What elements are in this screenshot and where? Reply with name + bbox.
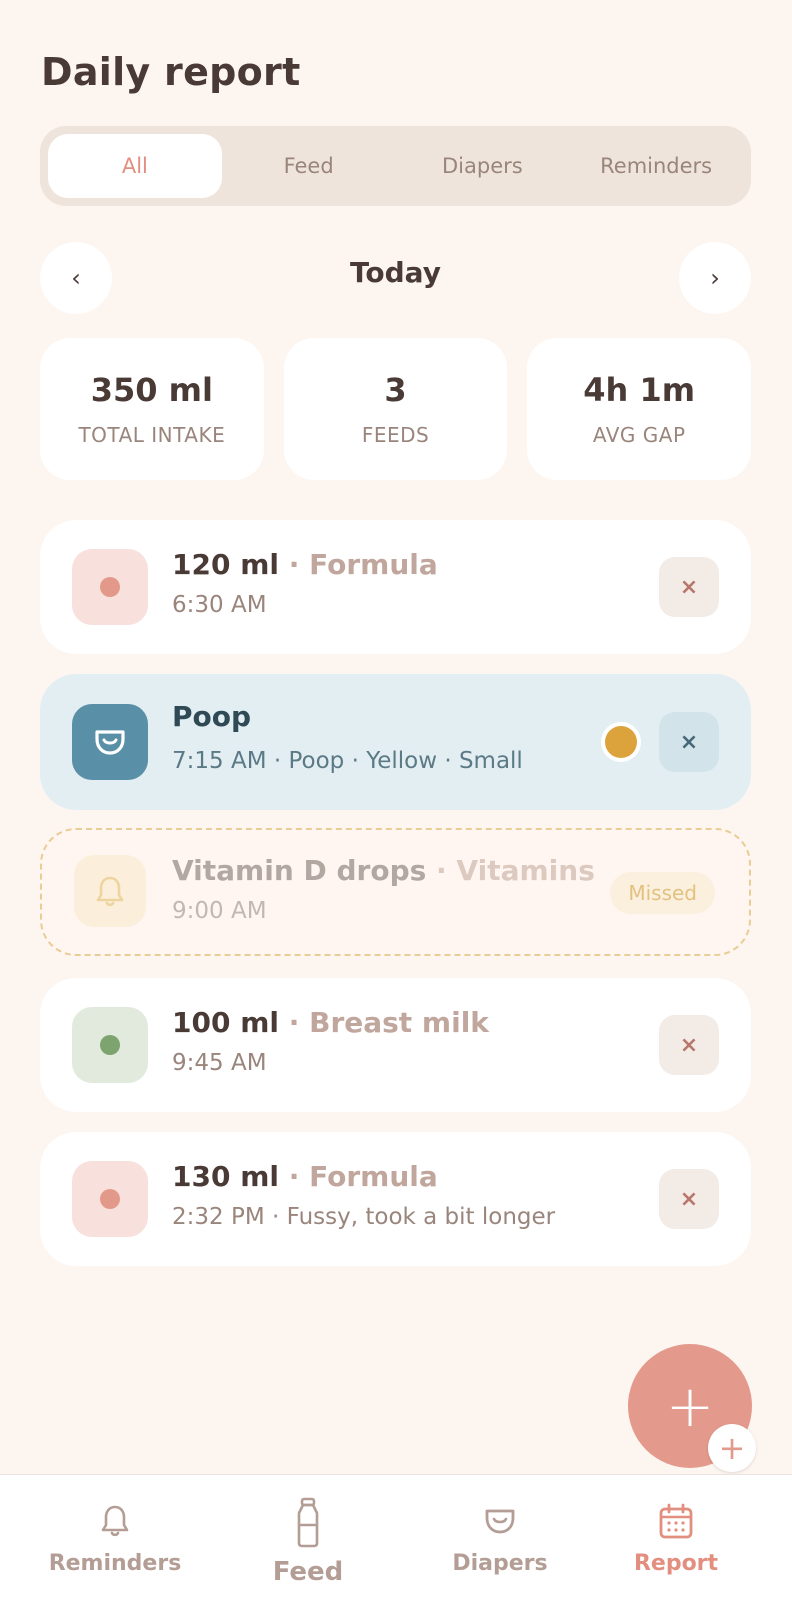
close-icon: × xyxy=(679,729,699,755)
breast-milk-dot-icon xyxy=(100,1035,120,1055)
bell-icon xyxy=(101,1505,129,1537)
stat-label: FEEDS xyxy=(361,423,430,447)
entry-title: 130 ml · Formula xyxy=(172,1160,438,1193)
bottom-tab-diapers[interactable]: Diapers xyxy=(430,1475,570,1624)
filter-tabs: All Feed Diapers Reminders xyxy=(40,126,751,206)
close-icon: × xyxy=(679,1186,699,1212)
tab-feed[interactable]: Feed xyxy=(222,134,396,198)
bottom-tab-reminders[interactable]: Reminders xyxy=(40,1475,190,1624)
stat-avg-gap: 4h 1m AVG GAP xyxy=(527,338,752,480)
reminder-thumb xyxy=(74,855,146,927)
bottom-tab-feed[interactable]: Feed xyxy=(238,1475,378,1624)
entry-detail: 9:00 AM xyxy=(172,898,267,924)
tab-label: Reminders xyxy=(48,1551,182,1576)
feed-type-thumb xyxy=(72,1161,148,1237)
entry-amount: 120 ml xyxy=(172,548,279,581)
feed-entry-card[interactable]: 120 ml · Formula 6:30 AM × xyxy=(40,520,751,654)
entry-title: 100 ml · Breast milk xyxy=(172,1006,489,1039)
entry-amount: 100 ml xyxy=(172,1006,279,1039)
entry-type: · Formula xyxy=(278,1160,438,1193)
entry-type: · Breast milk xyxy=(278,1006,489,1039)
stat-value: 3 xyxy=(384,371,407,409)
plus-icon: + xyxy=(665,1372,715,1440)
stat-value: 4h 1m xyxy=(583,371,696,409)
daily-report-screen: Daily report All Feed Diapers Reminders … xyxy=(0,0,792,1624)
entry-detail: 6:30 AM xyxy=(172,592,267,618)
missed-status-badge: Missed xyxy=(610,872,715,914)
entry-detail: 2:32 PM · Fussy, took a bit longer xyxy=(172,1204,556,1230)
chevron-right-icon: › xyxy=(710,264,720,292)
stool-color-swatch xyxy=(601,722,641,762)
feed-type-thumb xyxy=(72,549,148,625)
tab-label: Diapers xyxy=(452,1551,548,1576)
yellow-color-dot xyxy=(605,726,637,758)
feed-type-thumb xyxy=(72,1007,148,1083)
stat-total-intake: 350 ml TOTAL INTAKE xyxy=(40,338,264,480)
entry-type: · Vitamins xyxy=(426,854,595,887)
entry-title: 120 ml · Formula xyxy=(172,548,438,581)
delete-entry-button[interactable]: × xyxy=(659,557,719,617)
formula-dot-icon xyxy=(100,577,120,597)
day-navigator: ‹ Today › xyxy=(40,242,751,314)
tab-reminders[interactable]: Reminders xyxy=(569,134,743,198)
next-day-button[interactable]: › xyxy=(679,242,751,314)
stat-label: TOTAL INTAKE xyxy=(78,423,226,447)
quick-add-button[interactable]: + xyxy=(708,1424,756,1472)
summary-stats: 350 ml TOTAL INTAKE 3 FEEDS 4h 1m AVG GA… xyxy=(40,338,752,480)
entry-type: · Formula xyxy=(278,548,438,581)
close-icon: × xyxy=(679,1032,699,1058)
delete-entry-button[interactable]: × xyxy=(659,1169,719,1229)
bell-icon xyxy=(96,876,124,907)
formula-dot-icon xyxy=(100,1189,120,1209)
delete-entry-button[interactable]: × xyxy=(659,1015,719,1075)
diaper-icon xyxy=(95,730,125,755)
feed-entry-card[interactable]: 130 ml · Formula 2:32 PM · Fussy, took a… xyxy=(40,1132,751,1266)
reminder-entry-card[interactable]: Vitamin D drops · Vitamins 9:00 AM Misse… xyxy=(40,828,751,956)
close-icon: × xyxy=(679,574,699,600)
calendar-icon xyxy=(659,1503,693,1539)
delete-entry-button[interactable]: × xyxy=(659,712,719,772)
tab-all[interactable]: All xyxy=(48,134,222,198)
entry-amount: 130 ml xyxy=(172,1160,279,1193)
diaper-entry-card[interactable]: Poop 7:15 AM · Poop · Yellow · Small × xyxy=(40,674,751,810)
tab-label: Feed xyxy=(272,1557,344,1587)
entry-detail: 9:45 AM xyxy=(172,1050,267,1076)
entry-detail: 7:15 AM · Poop · Yellow · Small xyxy=(172,748,523,774)
page-title: Daily report xyxy=(41,50,301,94)
bottom-tab-bar: Reminders Feed Diapers Report xyxy=(0,1474,792,1624)
entry-title: Poop xyxy=(172,700,252,733)
tab-diapers[interactable]: Diapers xyxy=(396,134,570,198)
diaper-icon xyxy=(485,1509,515,1534)
stat-feeds: 3 FEEDS xyxy=(283,338,508,480)
stat-value: 350 ml xyxy=(90,371,213,409)
feed-entry-card[interactable]: 100 ml · Breast milk 9:45 AM × xyxy=(40,978,751,1112)
bottle-icon xyxy=(297,1497,319,1548)
plus-icon: + xyxy=(718,1429,746,1467)
reminder-name: Vitamin D drops xyxy=(172,854,427,887)
diaper-thumb xyxy=(72,704,148,780)
entry-title: Vitamin D drops · Vitamins xyxy=(172,854,595,887)
tab-label: Report xyxy=(633,1551,719,1576)
bottom-tab-report[interactable]: Report xyxy=(610,1475,742,1624)
stat-label: AVG GAP xyxy=(592,423,686,447)
day-label: Today xyxy=(350,256,441,289)
